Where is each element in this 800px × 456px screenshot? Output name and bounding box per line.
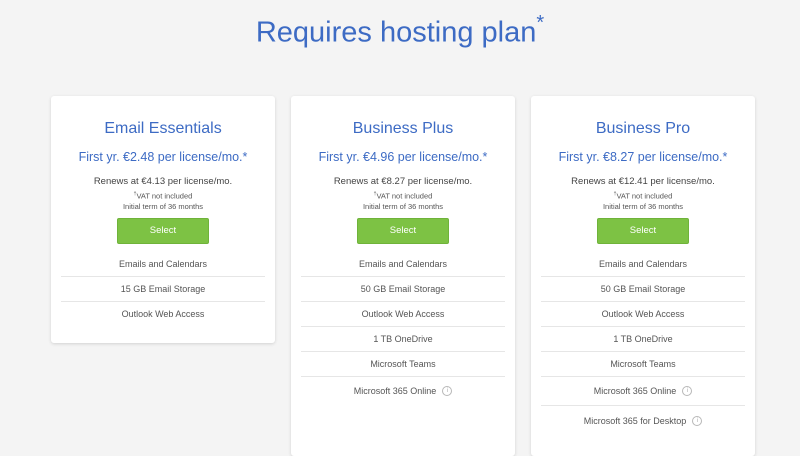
plan-name: Business Plus — [352, 120, 454, 137]
feature-item: 15 GB Email Storage — [61, 277, 265, 302]
info-icon[interactable]: i — [682, 385, 693, 396]
vat-note: †VAT not included — [133, 191, 193, 201]
info-icon[interactable]: i — [692, 415, 703, 426]
vat-note: †VAT not included — [613, 191, 673, 201]
feature-item: Emails and Calendars — [541, 252, 745, 277]
feature-item: Outlook Web Access — [541, 302, 745, 327]
plan-name: Email Essentials — [104, 120, 222, 137]
select-button[interactable]: Select — [357, 218, 449, 244]
feature-label: Microsoft 365 Online — [353, 386, 437, 396]
renewal-price: Renews at €12.41 per license/mo. — [571, 176, 715, 187]
feature-item: 1 TB OneDrive — [301, 327, 505, 352]
feature-item: Outlook Web Access — [121, 309, 205, 319]
feature-label: Microsoft 365 Online — [593, 386, 677, 396]
term-note: Initial term of 36 months — [122, 202, 204, 211]
feature-item-with-info: Microsoft 365 for Desktop i — [541, 406, 745, 436]
select-button[interactable]: Select — [117, 218, 209, 244]
renewal-price: Renews at €8.27 per license/mo. — [333, 176, 473, 187]
feature-item: 1 TB OneDrive — [541, 327, 745, 352]
feature-item-with-info: Microsoft 365 Online i — [301, 377, 505, 405]
feature-list: Emails and Calendars 50 GB Email Storage… — [541, 252, 745, 436]
feature-item: 50 GB Email Storage — [541, 277, 745, 302]
plan-price: First yr. €4.96 per license/mo.* — [318, 150, 488, 164]
plan-price: First yr. €2.48 per license/mo.* — [78, 150, 248, 164]
feature-item: 50 GB Email Storage — [301, 277, 505, 302]
plan-card-business-pro: Business Pro First yr. €8.27 per license… — [531, 96, 755, 456]
plan-price: First yr. €8.27 per license/mo.* — [558, 150, 728, 164]
info-icon[interactable]: i — [442, 385, 453, 396]
feature-item: Microsoft Teams — [301, 352, 505, 377]
term-note: Initial term of 36 months — [602, 202, 684, 211]
feature-item: Emails and Calendars — [61, 252, 265, 277]
feature-item: Emails and Calendars — [301, 252, 505, 277]
feature-list: Emails and Calendars 50 GB Email Storage… — [301, 252, 505, 405]
plan-card-business-plus: Business Plus First yr. €4.96 per licens… — [291, 96, 515, 456]
plan-card-email-essentials: Email Essentials First yr. €2.48 per lic… — [51, 96, 275, 343]
vat-note: †VAT not included — [373, 191, 433, 201]
feature-label: Microsoft 365 for Desktop — [583, 416, 687, 426]
page-title: Requires hosting plan* — [255, 12, 545, 49]
feature-item: Microsoft Teams — [541, 352, 745, 377]
renewal-price: Renews at €4.13 per license/mo. — [93, 176, 233, 187]
feature-list: Emails and Calendars 15 GB Email Storage… — [61, 252, 265, 326]
term-note: Initial term of 36 months — [362, 202, 444, 211]
feature-item-with-info: Microsoft 365 Online i — [541, 377, 745, 406]
feature-item: Outlook Web Access — [301, 302, 505, 327]
plan-name: Business Pro — [595, 120, 691, 137]
select-button[interactable]: Select — [597, 218, 689, 244]
